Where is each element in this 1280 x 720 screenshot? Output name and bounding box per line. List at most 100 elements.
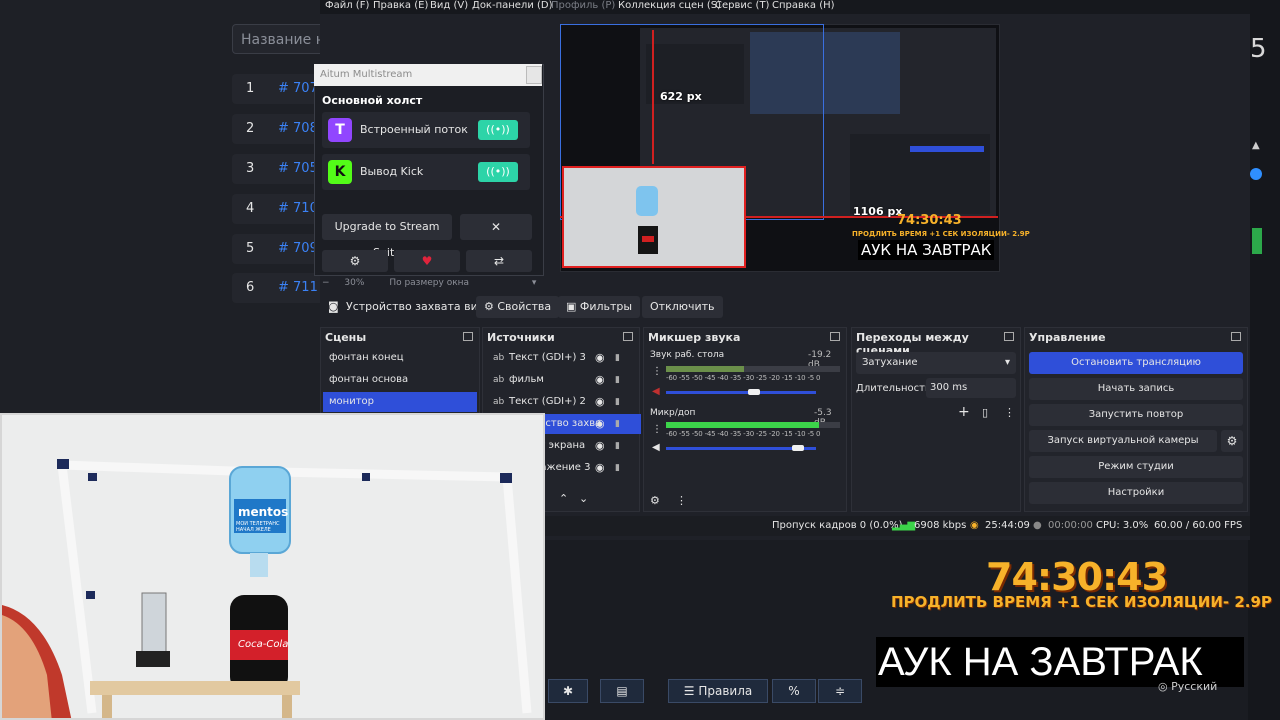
chevron-down-icon[interactable]: ▾ <box>532 278 537 288</box>
circle-icon <box>1250 168 1262 180</box>
filters-label: Фильтры <box>579 300 633 313</box>
undock-icon[interactable] <box>463 332 473 341</box>
chevron-up-icon[interactable]: ▲ <box>1252 140 1260 151</box>
upgrade-button[interactable]: Upgrade to Stream Suite <box>322 214 452 259</box>
scene-item[interactable]: фонтан основа <box>323 370 477 390</box>
source-item[interactable]: ab фильм ◉ ▮ <box>485 370 641 390</box>
scene-item[interactable]: фонтан конец <box>323 348 477 368</box>
lock-icon[interactable]: ▮ <box>615 392 620 412</box>
eye-icon[interactable]: ◉ <box>595 458 605 478</box>
source-item[interactable]: ab Текст (GDI+) 3 ◉ ▮ <box>485 348 641 368</box>
filters-button[interactable]: ▣ Фильтры <box>558 296 641 318</box>
duration-spinbox[interactable]: 300 ms <box>926 378 1016 398</box>
lock-icon[interactable]: ▮ <box>615 458 620 478</box>
undock-icon[interactable] <box>1004 332 1014 341</box>
menu-scene-collection[interactable]: Коллекция сцен (S) <box>618 0 721 11</box>
duration-label: Длительность <box>856 383 931 394</box>
lock-icon[interactable]: ▮ <box>615 348 620 368</box>
zoom-minus-icon[interactable]: − <box>322 278 330 288</box>
eye-icon[interactable]: ◉ <box>595 392 605 412</box>
aitum-close-button[interactable] <box>526 66 542 84</box>
menu-profile[interactable]: Профиль (P) <box>551 0 615 11</box>
menu-help[interactable]: Справка (H) <box>772 0 835 11</box>
move-down-icon[interactable]: ⌄ <box>579 492 588 505</box>
kebab-menu-icon[interactable]: ⋮ <box>652 424 662 435</box>
eye-icon[interactable]: ◉ <box>595 414 605 434</box>
zoom-fit-select[interactable]: По размеру окна <box>389 278 469 288</box>
record-status-icon: ● <box>1033 520 1042 531</box>
muted-speaker-icon[interactable]: ◀ <box>652 386 660 397</box>
volume-slider-knob[interactable] <box>792 445 804 451</box>
gear-icon[interactable]: ⚙ <box>650 494 660 507</box>
lock-icon[interactable]: ▮ <box>615 414 620 434</box>
aitum-window-title: Aitum Multistream <box>314 64 542 86</box>
kebab-menu-icon[interactable]: ⋮ <box>1004 406 1015 419</box>
aitum-donate-button[interactable]: ♥ <box>394 250 460 272</box>
cola-label: Coca-Cola <box>238 639 289 650</box>
settings-button[interactable]: Настройки <box>1029 482 1243 504</box>
menu-view[interactable]: Вид (V) <box>430 0 468 11</box>
language-selector[interactable]: ◎ Русский <box>1158 680 1217 693</box>
preview-extend-text: ПРОДЛИТЬ ВРЕМЯ +1 СЕК ИЗОЛЯЦИИ- 2.9Р <box>852 230 1030 238</box>
studio-mode-button[interactable]: Режим студии <box>1029 456 1243 478</box>
volume-slider[interactable] <box>666 391 816 394</box>
stop-stream-button[interactable]: Остановить трансляцию <box>1029 352 1243 374</box>
undock-icon[interactable] <box>830 332 840 341</box>
percent-button[interactable]: % <box>772 679 816 703</box>
virtual-camera-button[interactable]: Запуск виртуальной камеры <box>1029 430 1217 452</box>
start-replay-button[interactable]: Запустить повтор <box>1029 404 1243 426</box>
text-source-icon: ab <box>493 375 505 385</box>
trash-icon: ▤ <box>616 684 628 698</box>
trash-icon-button[interactable]: ▤ <box>600 679 644 703</box>
channel-name: Звук раб. стола <box>650 350 725 360</box>
signal-icon: ▂▄▆ <box>892 520 916 531</box>
lock-icon[interactable]: ▮ <box>615 370 620 390</box>
menu-file[interactable]: Файл (F) <box>325 0 369 11</box>
preview-webcam-source[interactable] <box>562 166 746 268</box>
rank-row[interactable]: 6 # 711 <box>232 273 332 303</box>
volume-slider-knob[interactable] <box>748 389 760 395</box>
align-button[interactable]: ≑ <box>818 679 862 703</box>
start-record-button[interactable]: Начать запись <box>1029 378 1243 400</box>
disable-button[interactable]: Отключить <box>642 296 723 318</box>
eye-icon[interactable]: ◉ <box>595 348 605 368</box>
aitum-share-button[interactable]: ⇄ <box>466 250 532 272</box>
source-label: Текст (GDI+) 2 <box>509 396 586 407</box>
stream-toggle-button[interactable]: ((•)) <box>478 162 518 182</box>
undock-icon[interactable] <box>623 332 633 341</box>
speaker-icon[interactable]: ◀ <box>652 442 660 453</box>
rules-button[interactable]: ☰ Правила <box>668 679 768 703</box>
scene-item-selected[interactable]: монитор <box>323 392 477 412</box>
preview-auk-text: АУК НА ЗАВТРАК <box>858 240 995 260</box>
bug-icon-button[interactable]: ✱ <box>548 679 588 703</box>
menu-tools[interactable]: Сервис (T) <box>715 0 769 11</box>
eye-icon[interactable]: ◉ <box>595 370 605 390</box>
move-up-icon[interactable]: ⌃ <box>559 492 568 505</box>
transition-value: Затухание <box>862 357 918 368</box>
px-bottom-label: 1106 px <box>853 205 903 218</box>
dismiss-upgrade-button[interactable]: ✕ <box>460 214 532 240</box>
add-icon[interactable]: + <box>958 404 970 420</box>
virtual-camera-settings-button[interactable]: ⚙ <box>1221 430 1243 452</box>
properties-button[interactable]: ⚙ Свойства <box>476 296 560 318</box>
volume-meter <box>666 422 840 428</box>
kebab-menu-icon[interactable]: ⋮ <box>652 366 662 377</box>
mentos-label: mentos <box>238 505 289 519</box>
eye-icon[interactable]: ◉ <box>595 436 605 456</box>
lock-icon[interactable]: ▮ <box>615 436 620 456</box>
scenes-dock-title: Сцены <box>325 331 367 344</box>
aitum-settings-button[interactable]: ⚙ <box>322 250 388 272</box>
sources-dock-title: Источники <box>487 331 555 344</box>
stream-toggle-button[interactable]: ((•)) <box>478 120 518 140</box>
trash-icon[interactable]: ▯ <box>982 406 988 419</box>
source-item[interactable]: ab Текст (GDI+) 2 ◉ ▮ <box>485 392 641 412</box>
gear-icon: ⚙ <box>349 254 361 268</box>
preview-cola-label <box>642 236 654 242</box>
transition-select[interactable]: Затухание ▾ <box>856 352 1016 374</box>
filter-icon: ▣ <box>566 300 580 313</box>
menu-docks[interactable]: Док-панели (D) <box>472 0 553 11</box>
undock-icon[interactable] <box>1231 332 1241 341</box>
output-row-kick: K Вывод Kick ((•)) <box>322 154 530 190</box>
kebab-menu-icon[interactable]: ⋮ <box>676 494 687 507</box>
menu-edit[interactable]: Правка (E) <box>373 0 428 11</box>
